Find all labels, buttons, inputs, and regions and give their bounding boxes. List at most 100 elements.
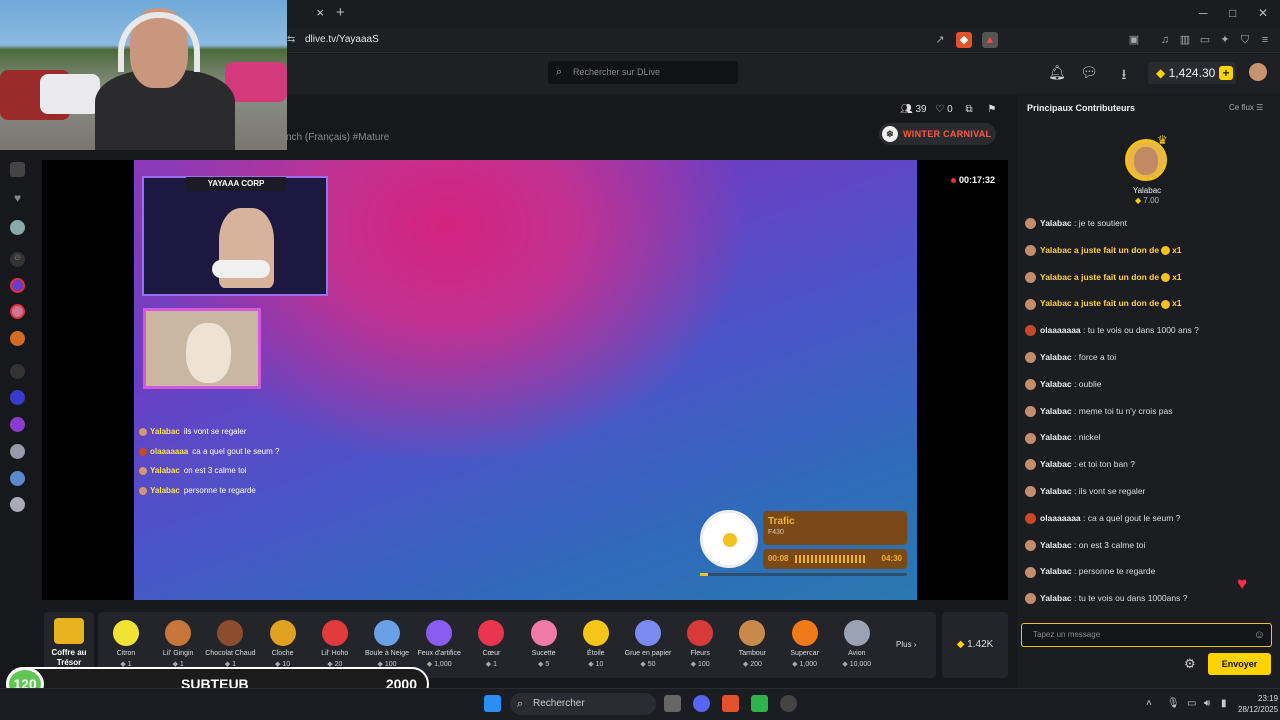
chat-username[interactable]: Yalabac [1040, 406, 1072, 416]
microphone-icon[interactable]: 🎙︎ [1167, 698, 1180, 709]
chat-message-input[interactable]: Tapez un message ☺ [1021, 623, 1272, 647]
task-view-icon[interactable] [664, 695, 681, 712]
chat-username[interactable]: Yalabac [1040, 245, 1072, 255]
chat-avatar[interactable] [1025, 325, 1036, 337]
send-button[interactable]: Envoyer [1208, 653, 1271, 675]
contributors-filter[interactable]: Ce flux ☰ [1229, 103, 1263, 112]
chat-username[interactable]: Yalabac [1040, 298, 1072, 308]
gift-item[interactable]: Fleurs ◆ 100 [674, 620, 726, 668]
search-input[interactable]: ⌕ Rechercher sur DLive [548, 61, 738, 84]
gift-item[interactable]: Chocolat Chaud ◆ 1 [204, 620, 256, 668]
notifications-icon[interactable]: 🔔︎ [1048, 64, 1066, 81]
gift-item[interactable]: Avion ◆ 10,000 [831, 620, 883, 668]
diamond-balance[interactable]: ◆ 1.42K [942, 612, 1008, 678]
share-stream-icon[interactable]: ⧉ [965, 104, 972, 115]
chat-avatar[interactable] [1025, 459, 1036, 471]
gift-item[interactable]: Grue en papier ◆ 50 [622, 620, 674, 668]
gift-item[interactable]: Citron ◆ 1 [100, 620, 152, 668]
brave-shields-icon[interactable]: ◆ [956, 32, 972, 48]
chat-avatar[interactable] [1025, 405, 1036, 417]
channel-avatar-1[interactable] [10, 278, 25, 293]
brave-icon[interactable] [722, 695, 739, 712]
chat-username[interactable]: Yalabac [1040, 218, 1072, 228]
chat-username[interactable]: olaaaaaaa [1040, 325, 1081, 335]
chat-avatar[interactable] [1025, 298, 1036, 310]
chat-username[interactable]: Yalabac [1040, 272, 1072, 282]
browse-icon[interactable] [10, 220, 25, 235]
maximize-button[interactable]: □ [1229, 6, 1236, 20]
chat-username[interactable]: Yalabac [1040, 352, 1072, 362]
channel-avatar-3[interactable] [10, 331, 25, 346]
chat-username[interactable]: Yalabac [1040, 540, 1072, 550]
chat-username[interactable]: olaaaaaaa [1040, 513, 1081, 523]
chat-username[interactable]: Yalabac [1040, 486, 1072, 496]
channel-avatar-2[interactable] [10, 304, 25, 319]
sidebar-icon[interactable]: ▥ [1177, 32, 1193, 48]
vpn-icon[interactable]: ⛉ [1237, 32, 1253, 48]
tab-close-button[interactable]: × [287, 3, 332, 25]
app-icon[interactable] [751, 695, 768, 712]
battery-icon[interactable]: ▮ [1221, 698, 1227, 709]
gift-item[interactable]: Lil' Gingin ◆ 1 [152, 620, 204, 668]
wallet-icon[interactable]: ▭ [1197, 32, 1213, 48]
fire-icon[interactable]: 🔥︎ [10, 252, 25, 267]
chat-avatar[interactable] [1025, 593, 1036, 605]
stream-tags[interactable]: nch (Français) #Mature [286, 132, 389, 143]
windows-start-icon[interactable] [484, 695, 501, 712]
more-gifts-button[interactable]: Plus › [896, 640, 916, 649]
share-icon[interactable]: ↗ [932, 32, 948, 48]
wallet-balance[interactable]: ◆ 1,424.30 + [1148, 62, 1236, 84]
chat-avatar[interactable] [1025, 352, 1036, 364]
emoji-icon[interactable]: ☺ [1254, 624, 1265, 646]
chat-avatar[interactable] [1025, 513, 1036, 525]
gift-item[interactable]: Cloche ◆ 10 [257, 620, 309, 668]
top-contributor-name[interactable]: Yalabac [1127, 186, 1167, 195]
chat-avatar[interactable] [1025, 218, 1036, 230]
like-icon[interactable]: ♡ [935, 104, 944, 115]
volume-icon[interactable]: 🔊︎ [1204, 698, 1210, 709]
chat-avatar[interactable] [1025, 379, 1036, 391]
url-field[interactable]: dlive.tv/YayaaaS [305, 34, 379, 45]
gift-item[interactable]: Boule à Neige ◆ 100 [361, 620, 413, 668]
gift-item[interactable]: Cœur ◆ 1 [465, 620, 517, 668]
leo-ai-icon[interactable]: ✦ [1217, 32, 1233, 48]
gift-item[interactable]: Supercar ◆ 1,000 [779, 620, 831, 668]
channel-avatar-6[interactable] [10, 417, 25, 432]
gift-item[interactable]: Feux d'artifice ◆ 1,000 [413, 620, 465, 668]
chat-avatar[interactable] [1025, 432, 1036, 444]
obs-icon[interactable] [780, 695, 797, 712]
chat-avatar[interactable] [1025, 486, 1036, 498]
chat-avatar[interactable] [1025, 245, 1036, 257]
close-window-button[interactable]: ✕ [1258, 6, 1268, 20]
minimize-button[interactable]: ─ [1199, 6, 1208, 20]
channel-avatar-5[interactable] [10, 390, 25, 405]
channel-avatar-4[interactable] [10, 364, 25, 379]
clock[interactable]: 23:19 28/12/2025 [1238, 693, 1278, 715]
channel-avatar-8[interactable] [10, 471, 25, 486]
menu-icon[interactable]: ≡ [1257, 32, 1273, 48]
site-info-icon[interactable]: ⇆ [287, 34, 295, 45]
add-funds-button[interactable]: + [1219, 66, 1233, 80]
chat-avatar[interactable] [1025, 539, 1036, 551]
following-icon[interactable]: ♥ [10, 191, 25, 206]
media-icon[interactable]: ♫ [1157, 32, 1173, 48]
gift-item[interactable]: Lil' Hoho ◆ 20 [309, 620, 361, 668]
rewards-icon[interactable]: ▲ [982, 32, 998, 48]
channel-avatar-9[interactable] [10, 497, 25, 512]
gift-item[interactable]: Étoile ◆ 10 [570, 620, 622, 668]
chat-username[interactable]: Yalabac [1040, 566, 1072, 576]
gift-item[interactable]: Sucette ◆ 5 [518, 620, 570, 668]
chat-username[interactable]: Yalabac [1040, 593, 1072, 603]
gift-item[interactable]: Tambour ◆ 200 [726, 620, 778, 668]
network-icon[interactable]: ▭ [1187, 698, 1196, 709]
screenshot-icon[interactable]: ▣ [1126, 32, 1142, 48]
messages-icon[interactable]: 💬︎ [1080, 64, 1098, 81]
heart-reaction-button[interactable]: ♥ [1237, 574, 1247, 594]
chat-username[interactable]: Yalabac [1040, 432, 1072, 442]
collapse-icon[interactable] [10, 162, 25, 177]
report-flag-icon[interactable]: ⚑ [987, 104, 996, 115]
chat-username[interactable]: Yalabac [1040, 379, 1072, 389]
discord-icon[interactable] [693, 695, 710, 712]
chat-username[interactable]: Yalabac [1040, 459, 1072, 469]
download-icon[interactable]: ⭳ [1115, 64, 1133, 88]
